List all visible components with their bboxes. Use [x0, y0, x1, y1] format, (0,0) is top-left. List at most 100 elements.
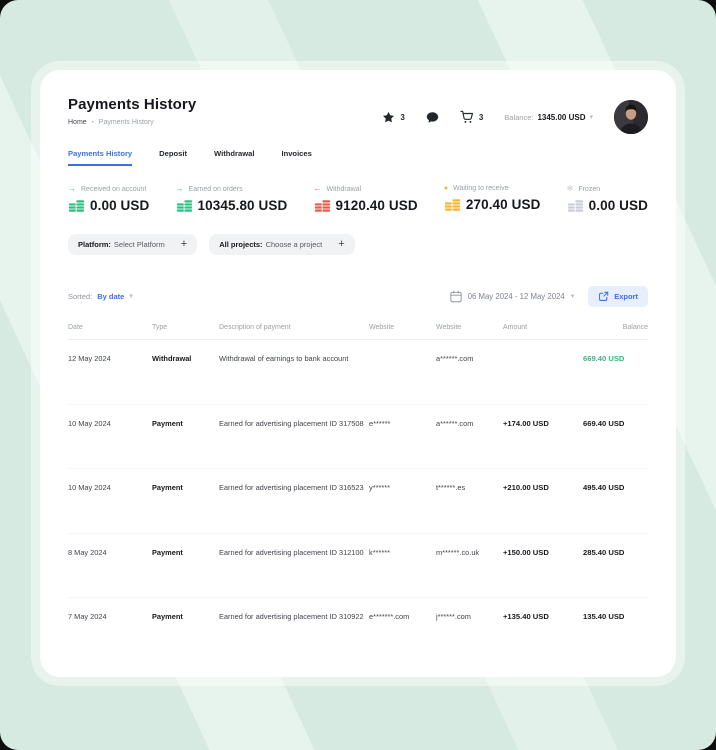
stat-value: 10345.80 USD [198, 198, 288, 213]
stat-received: → Received on account 0.00 USD [68, 185, 149, 213]
filters-row: Platform: Select Platform + All projects… [68, 234, 648, 255]
stat-label: Frozen [578, 186, 600, 193]
cell-website-1: e*******.com [369, 612, 436, 621]
stat-label: Withdrawal [327, 186, 362, 193]
col-type: Type [152, 324, 219, 331]
stat-value: 9120.40 USD [336, 198, 418, 213]
projects-filter-value: Choose a project [266, 240, 323, 249]
col-description: Description of payment [219, 324, 369, 331]
stat-value: 0.00 USD [589, 198, 648, 213]
breadcrumb-separator: • [92, 120, 94, 126]
projects-filter-label: All projects: [219, 240, 262, 249]
coins-icon [444, 197, 461, 212]
cell-website-1: k****** [369, 548, 436, 557]
cart-button[interactable]: 3 [460, 110, 483, 124]
cell-balance: 669.40 USD [583, 419, 648, 428]
plus-icon[interactable]: + [338, 241, 344, 249]
export-label: Export [614, 292, 638, 301]
stat-label: Waiting to receive [453, 185, 508, 192]
arrow-right-icon: → [68, 185, 76, 193]
table-row[interactable]: 7 May 2024 Payment Earned for advertisin… [68, 598, 648, 663]
coins-icon [176, 198, 193, 213]
cell-date: 7 May 2024 [68, 612, 152, 621]
favorites-count: 3 [400, 113, 404, 122]
page-title: Payments History [68, 96, 196, 113]
cell-description: Withdrawal of earnings to bank account [219, 354, 369, 363]
avatar[interactable] [614, 100, 648, 134]
cell-website-2: t******.es [436, 483, 503, 492]
cell-type: Payment [152, 419, 219, 428]
cell-amount: +174.00 USD [503, 419, 583, 428]
payments-table: Date Type Description of payment Website… [68, 324, 648, 663]
coins-icon [314, 198, 331, 213]
coins-icon [567, 198, 584, 213]
balance-value: 1345.00 USD [537, 113, 585, 122]
cell-date: 12 May 2024 [68, 354, 152, 363]
stat-label: Received on account [81, 186, 146, 193]
sort-by-date[interactable]: By date [97, 292, 124, 301]
table-header: Date Type Description of payment Website… [68, 324, 648, 340]
snowflake-icon: ✻ [567, 185, 574, 193]
plus-icon[interactable]: + [181, 241, 187, 249]
calendar-icon [450, 290, 462, 303]
chevron-down-icon: ▾ [129, 293, 133, 300]
balance-dropdown[interactable]: Balance: 1345.00 USD ▾ [504, 113, 593, 122]
platform-filter[interactable]: Platform: Select Platform + [68, 234, 197, 255]
cell-type: Payment [152, 483, 219, 492]
tab-invoices[interactable]: Invoices [281, 149, 311, 166]
cell-amount: +135.40 USD [503, 612, 583, 621]
title-block: Payments History Home • Payments History [68, 96, 196, 126]
cell-amount: +150.00 USD [503, 548, 583, 557]
header: Payments History Home • Payments History… [68, 96, 648, 134]
messages-button[interactable] [426, 111, 439, 124]
stat-waiting: ●Waiting to receive 270.40 USD [444, 185, 541, 213]
platform-filter-value: Select Platform [114, 240, 165, 249]
tab-bar: Payments History Deposit Withdrawal Invo… [68, 149, 648, 166]
export-button[interactable]: Export [588, 286, 648, 307]
breadcrumb-current: Payments History [99, 119, 154, 126]
cell-description: Earned for advertising placement ID 3121… [219, 548, 369, 557]
breadcrumb-home[interactable]: Home [68, 119, 87, 126]
projects-filter[interactable]: All projects: Choose a project + [209, 234, 354, 255]
favorites-button[interactable]: 3 [382, 111, 404, 124]
arrow-left-icon: ← [314, 185, 322, 193]
sorted-label: Sorted: [68, 292, 92, 301]
col-website-1: Website [369, 324, 436, 331]
col-balance: Balance [583, 324, 648, 331]
chevron-down-icon: ▾ [589, 114, 593, 121]
cell-type: Payment [152, 548, 219, 557]
stat-value: 0.00 USD [90, 198, 149, 213]
page-background: Payments History Home • Payments History… [0, 0, 716, 750]
cell-website-1: e****** [369, 419, 436, 428]
table-row[interactable]: 8 May 2024 Payment Earned for advertisin… [68, 534, 648, 599]
table-row[interactable]: 12 May 2024 Withdrawal Withdrawal of ear… [68, 340, 648, 405]
stat-withdrawal: ← Withdrawal 9120.40 USD [314, 185, 418, 213]
payments-card: Payments History Home • Payments History… [40, 70, 676, 677]
dot-icon: ● [444, 185, 448, 192]
platform-filter-label: Platform: [78, 240, 111, 249]
export-icon [598, 291, 609, 302]
cell-description: Earned for advertising placement ID 3165… [219, 483, 369, 492]
date-range-text: 06 May 2024 - 12 May 2024 [468, 292, 565, 301]
arrow-right-icon: → [176, 185, 184, 193]
breadcrumb: Home • Payments History [68, 119, 196, 126]
table-row[interactable]: 10 May 2024 Payment Earned for advertisi… [68, 405, 648, 470]
tab-withdrawal[interactable]: Withdrawal [214, 149, 254, 166]
col-website-2: Website [436, 324, 503, 331]
cell-balance: 669.40 USD [583, 354, 648, 363]
stat-label: Earned on orders [189, 186, 243, 193]
table-row[interactable]: 10 May 2024 Payment Earned for advertisi… [68, 469, 648, 534]
tab-deposit[interactable]: Deposit [159, 149, 187, 166]
chat-icon [426, 111, 439, 124]
controls-right: 06 May 2024 - 12 May 2024 ▾ Export [450, 286, 648, 307]
cell-balance: 285.40 USD [583, 548, 648, 557]
cell-website-2: j******.com [436, 612, 503, 621]
date-range-picker[interactable]: 06 May 2024 - 12 May 2024 ▾ [450, 290, 575, 303]
cell-description: Earned for advertising placement ID 3109… [219, 612, 369, 621]
col-amount: Amount [503, 324, 583, 331]
coins-icon [68, 198, 85, 213]
cell-website-1: y****** [369, 483, 436, 492]
header-actions: 3 3 Balance: 1345.00 USD ▾ [382, 100, 648, 134]
cell-date: 10 May 2024 [68, 483, 152, 492]
tab-payments-history[interactable]: Payments History [68, 149, 132, 166]
